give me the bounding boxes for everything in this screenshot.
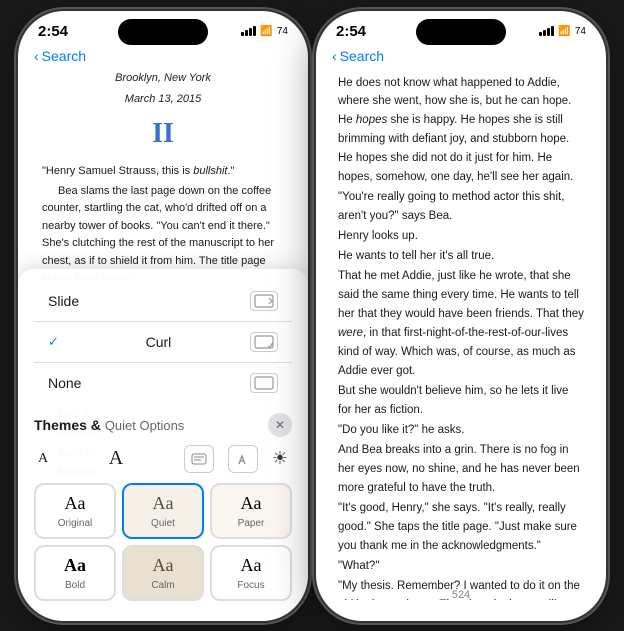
theme-paper[interactable]: Aa Paper bbox=[210, 483, 292, 539]
themes-grid: Aa Original Aa Quiet Aa Paper Aa Bold bbox=[34, 483, 292, 601]
chevron-left-icon-right: ‹ bbox=[332, 48, 337, 64]
slide-option-slide[interactable]: Slide bbox=[34, 281, 292, 322]
theme-original-label: Original bbox=[58, 518, 92, 529]
theme-paper-label: Paper bbox=[238, 518, 265, 529]
themes-header: Themes & Quiet Options ✕ bbox=[34, 413, 292, 437]
battery-left: 74 bbox=[277, 26, 288, 37]
read-para-2: "You're really going to method actor thi… bbox=[338, 188, 584, 226]
dynamic-island bbox=[118, 19, 208, 45]
read-para-9: "It's good, Henry," she says. "It's real… bbox=[338, 499, 584, 556]
read-para-1: He does not know what happened to Addie,… bbox=[338, 74, 584, 188]
theme-quiet-label: Quiet bbox=[151, 518, 175, 529]
back-label-left: Search bbox=[42, 48, 86, 64]
signal-icon-right bbox=[539, 26, 554, 36]
theme-original[interactable]: Aa Original bbox=[34, 483, 116, 539]
theme-quiet[interactable]: Aa Quiet bbox=[122, 483, 204, 539]
left-phone-inner: 2:54 📶 74 ‹ Search bbox=[18, 11, 308, 621]
curl-icon bbox=[250, 332, 278, 352]
time-left: 2:54 bbox=[38, 23, 68, 40]
slide-label: Slide bbox=[48, 293, 79, 309]
read-para-6: But she wouldn't believe him, so he lets… bbox=[338, 382, 584, 420]
chapter-number: II bbox=[42, 112, 284, 155]
left-phone: 2:54 📶 74 ‹ Search bbox=[18, 11, 308, 621]
theme-quiet-sample: Aa bbox=[153, 493, 174, 514]
read-para-4: He wants to tell her it's all true. bbox=[338, 247, 584, 266]
back-button-left[interactable]: ‹ Search bbox=[34, 48, 86, 64]
close-button[interactable]: ✕ bbox=[268, 413, 292, 437]
check-icon: ✓ bbox=[48, 334, 59, 350]
slide-option-none[interactable]: None bbox=[34, 363, 292, 403]
font-format-btn-1[interactable] bbox=[184, 445, 214, 473]
read-para-7: "Do you like it?" he asks. bbox=[338, 421, 584, 440]
font-format-btn-2[interactable] bbox=[228, 445, 258, 473]
right-phone: 2:54 📶 74 ‹ Search bbox=[316, 11, 606, 621]
phones-container: 2:54 📶 74 ‹ Search bbox=[0, 0, 624, 631]
overlay-panel: Slide ✓ Curl bbox=[18, 269, 308, 621]
theme-calm-sample: Aa bbox=[153, 555, 174, 576]
time-right: 2:54 bbox=[336, 23, 366, 40]
nav-bar-left: ‹ Search bbox=[18, 44, 308, 70]
right-phone-inner: 2:54 📶 74 ‹ Search bbox=[316, 11, 606, 621]
brightness-icon[interactable]: ☀ bbox=[272, 448, 288, 469]
reading-content: He does not know what happened to Addie,… bbox=[316, 70, 606, 600]
book-location: Brooklyn, New York bbox=[42, 70, 284, 87]
font-small: A bbox=[38, 451, 48, 467]
close-icon: ✕ bbox=[275, 418, 285, 432]
dynamic-island-right bbox=[416, 19, 506, 45]
theme-bold-label: Bold bbox=[65, 580, 85, 591]
chevron-left-icon: ‹ bbox=[34, 48, 39, 64]
slide-option-curl[interactable]: ✓ Curl bbox=[34, 322, 292, 363]
signal-icon bbox=[241, 26, 256, 36]
none-label: None bbox=[48, 375, 81, 391]
slide-icon bbox=[250, 291, 278, 311]
para-1: "Henry Samuel Strauss, this is bullshit.… bbox=[42, 163, 284, 181]
themes-title: Themes & Quiet Options bbox=[34, 417, 184, 433]
font-large: A bbox=[109, 447, 123, 470]
back-button-right[interactable]: ‹ Search bbox=[332, 48, 384, 64]
book-date: March 13, 2015 bbox=[42, 91, 284, 108]
font-icons: ☀ bbox=[184, 445, 288, 473]
theme-original-sample: Aa bbox=[65, 493, 86, 514]
status-icons-left: 📶 74 bbox=[241, 26, 288, 37]
back-label-right: Search bbox=[340, 48, 384, 64]
theme-focus-sample: Aa bbox=[241, 555, 262, 576]
theme-calm[interactable]: Aa Calm bbox=[122, 545, 204, 601]
nav-bar-right: ‹ Search bbox=[316, 44, 606, 70]
page-number: 524 bbox=[452, 589, 470, 601]
read-para-5: That he met Addie, just like he wrote, t… bbox=[338, 267, 584, 381]
font-size-row: A A bbox=[34, 445, 292, 473]
theme-calm-label: Calm bbox=[151, 580, 174, 591]
curl-label: Curl bbox=[146, 334, 172, 350]
theme-focus[interactable]: Aa Focus bbox=[210, 545, 292, 601]
theme-focus-label: Focus bbox=[237, 580, 264, 591]
battery-right: 74 bbox=[575, 26, 586, 37]
read-para-10: "What?" bbox=[338, 557, 584, 576]
read-para-8: And Bea breaks into a grin. There is no … bbox=[338, 441, 584, 498]
theme-bold-sample: Aa bbox=[64, 555, 86, 576]
wifi-icon: 📶 bbox=[260, 26, 272, 37]
theme-bold[interactable]: Aa Bold bbox=[34, 545, 116, 601]
theme-paper-sample: Aa bbox=[241, 493, 262, 514]
read-para-3: Henry looks up. bbox=[338, 227, 584, 246]
status-icons-right: 📶 74 bbox=[539, 26, 586, 37]
wifi-icon-right: 📶 bbox=[558, 26, 570, 37]
slide-options: Slide ✓ Curl bbox=[34, 281, 292, 403]
none-icon bbox=[250, 373, 278, 393]
